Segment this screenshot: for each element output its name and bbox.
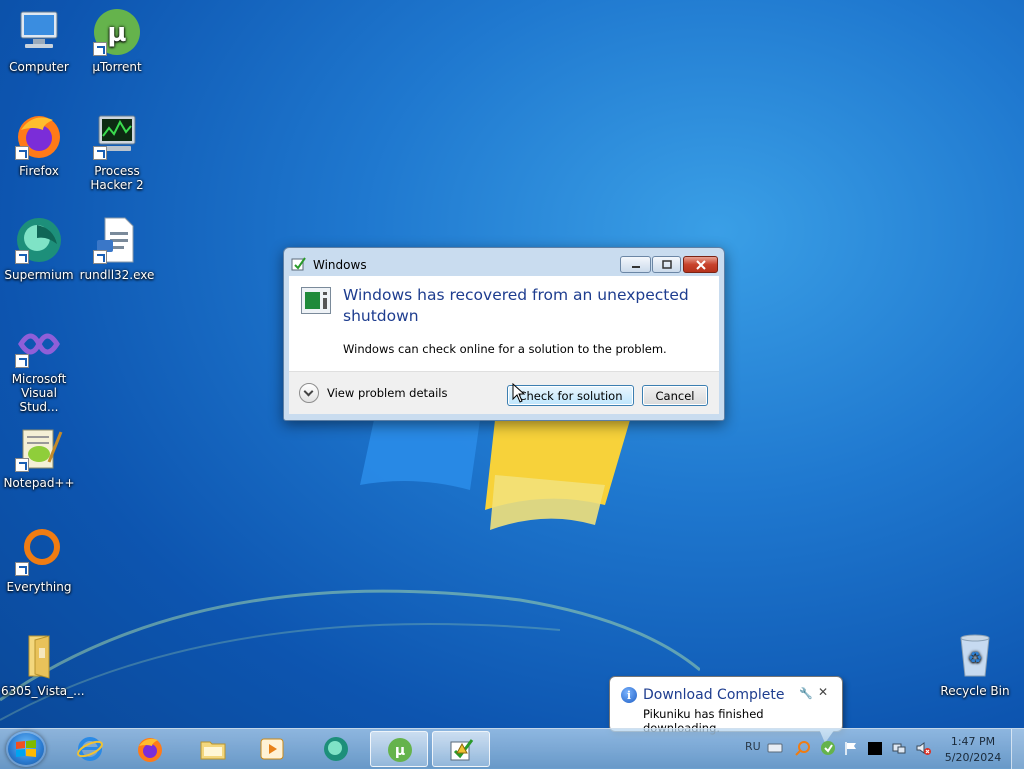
recycle-bin-icon: ♻ [949, 630, 1001, 682]
shortcut-arrow-icon [93, 146, 107, 160]
shortcut-arrow-icon [15, 458, 29, 472]
system-clock[interactable]: 1:47 PM 5/20/2024 [938, 734, 1008, 766]
supermium-icon [13, 214, 65, 266]
windows-logo-icon [16, 740, 36, 757]
everything-search-icon [13, 526, 65, 578]
process-hacker-icon [91, 110, 143, 162]
expand-details-chevron-icon[interactable] [299, 383, 319, 403]
volume-muted-icon[interactable] [915, 740, 931, 756]
problem-reports-icon [291, 257, 306, 271]
cancel-button[interactable]: Cancel [642, 385, 708, 406]
media-player-icon [260, 738, 284, 760]
shortcut-arrow-icon [93, 42, 107, 56]
rundll32-file-icon [91, 214, 143, 266]
taskbar-internet-explorer[interactable] [61, 731, 119, 767]
supermium-icon [324, 737, 348, 761]
folder-icon [13, 630, 65, 682]
close-icon[interactable]: ✕ [818, 685, 828, 699]
network-icon[interactable] [891, 740, 907, 756]
shortcut-arrow-icon [15, 562, 29, 576]
notepad-plus-plus-icon [13, 422, 65, 474]
dialog-message: Windows can check online for a solution … [343, 342, 667, 356]
desktop-icon-everything[interactable]: Everything [1, 526, 77, 594]
utorrent-tray-icon[interactable] [820, 740, 836, 756]
visual-studio-icon [13, 318, 65, 370]
shortcut-arrow-icon [15, 146, 29, 160]
dialog-headline: Windows has recovered from an unexpected… [343, 286, 689, 325]
desktop-icon-6305-vista-folder[interactable]: 6305_Vista_... [1, 630, 85, 698]
taskbar-problem-reporting[interactable] [432, 731, 490, 767]
shortcut-arrow-icon [15, 250, 29, 264]
notification-title: Download Complete [643, 687, 785, 703]
black-square-tray-icon[interactable] [867, 740, 883, 756]
close-icon [684, 257, 717, 272]
shortcut-arrow-icon [93, 250, 107, 264]
clock-time: 1:47 PM [950, 735, 996, 748]
start-button[interactable] [6, 731, 46, 767]
desktop-icon-rundll32[interactable]: rundll32.exe [79, 214, 155, 282]
close-button[interactable] [683, 256, 718, 273]
taskbar-file-explorer[interactable] [184, 731, 242, 767]
problem-reporting-icon [450, 739, 474, 761]
dialog-title: Windows [313, 258, 367, 272]
keyboard-icon[interactable] [767, 740, 783, 756]
internet-explorer-icon [77, 737, 103, 761]
everything-tray-icon[interactable] [795, 740, 811, 756]
dialog-footer: View problem details Check for solution … [289, 371, 719, 414]
dialog-content: Windows has recovered from an unexpected… [289, 276, 719, 371]
show-desktop-button[interactable] [1011, 729, 1024, 769]
desktop-icon-firefox[interactable]: Firefox [1, 110, 77, 178]
computer-icon [13, 6, 65, 58]
desktop-icon-recycle-bin[interactable]: ♻ Recycle Bin [937, 630, 1013, 698]
desktop-icon-supermium[interactable]: Supermium [1, 214, 77, 282]
mouse-cursor-icon [512, 383, 526, 403]
firefox-icon [13, 110, 65, 162]
utorrent-icon: µ [91, 6, 143, 58]
problem-report-window-icon [301, 287, 331, 314]
windows-recovery-dialog: Windows Windows has recovered from an un… [283, 247, 725, 421]
wallpaper-swoosh [0, 589, 700, 721]
svg-text:µ: µ [107, 18, 126, 48]
firefox-icon [138, 738, 162, 762]
utorrent-icon: µ [388, 738, 412, 762]
view-problem-details-link[interactable]: View problem details [327, 386, 448, 400]
action-center-flag-icon[interactable] [843, 740, 859, 756]
file-explorer-folder-icon [200, 741, 226, 760]
windows-logo-wallpaper [360, 415, 630, 530]
maximize-button[interactable] [652, 256, 681, 273]
clock-date: 5/20/2024 [944, 751, 1002, 764]
taskbar: µ RU 1:47 PM 5/20/2024 [0, 728, 1024, 769]
desktop-icon-computer[interactable]: Computer [1, 6, 77, 74]
svg-text:♻: ♻ [968, 648, 982, 667]
pin-icon[interactable]: 🔧 [799, 687, 813, 700]
dialog-titlebar[interactable]: Windows [284, 248, 724, 278]
desktop-icon-notepad-plus-plus[interactable]: Notepad++ [1, 422, 77, 490]
minimize-icon [621, 257, 650, 272]
desktop-icon-process-hacker[interactable]: Process Hacker 2 [79, 110, 155, 192]
check-for-solution-button[interactable]: Check for solution [507, 385, 634, 406]
taskbar-media-player[interactable] [243, 731, 301, 767]
desktop-icon-utorrent[interactable]: µ µTorrent [79, 6, 155, 74]
taskbar-supermium[interactable] [307, 731, 365, 767]
download-complete-notification[interactable]: i Download Complete Pikuniku has finishe… [609, 676, 843, 735]
taskbar-firefox[interactable] [121, 731, 179, 767]
svg-text:µ: µ [395, 743, 405, 759]
info-icon: i [621, 687, 637, 703]
language-indicator[interactable]: RU [745, 740, 761, 753]
shortcut-arrow-icon [15, 354, 29, 368]
minimize-button[interactable] [620, 256, 651, 273]
taskbar-utorrent[interactable]: µ [370, 731, 428, 767]
maximize-icon [653, 257, 680, 272]
desktop-icon-visual-studio[interactable]: Microsoft Visual Stud... [1, 318, 77, 414]
